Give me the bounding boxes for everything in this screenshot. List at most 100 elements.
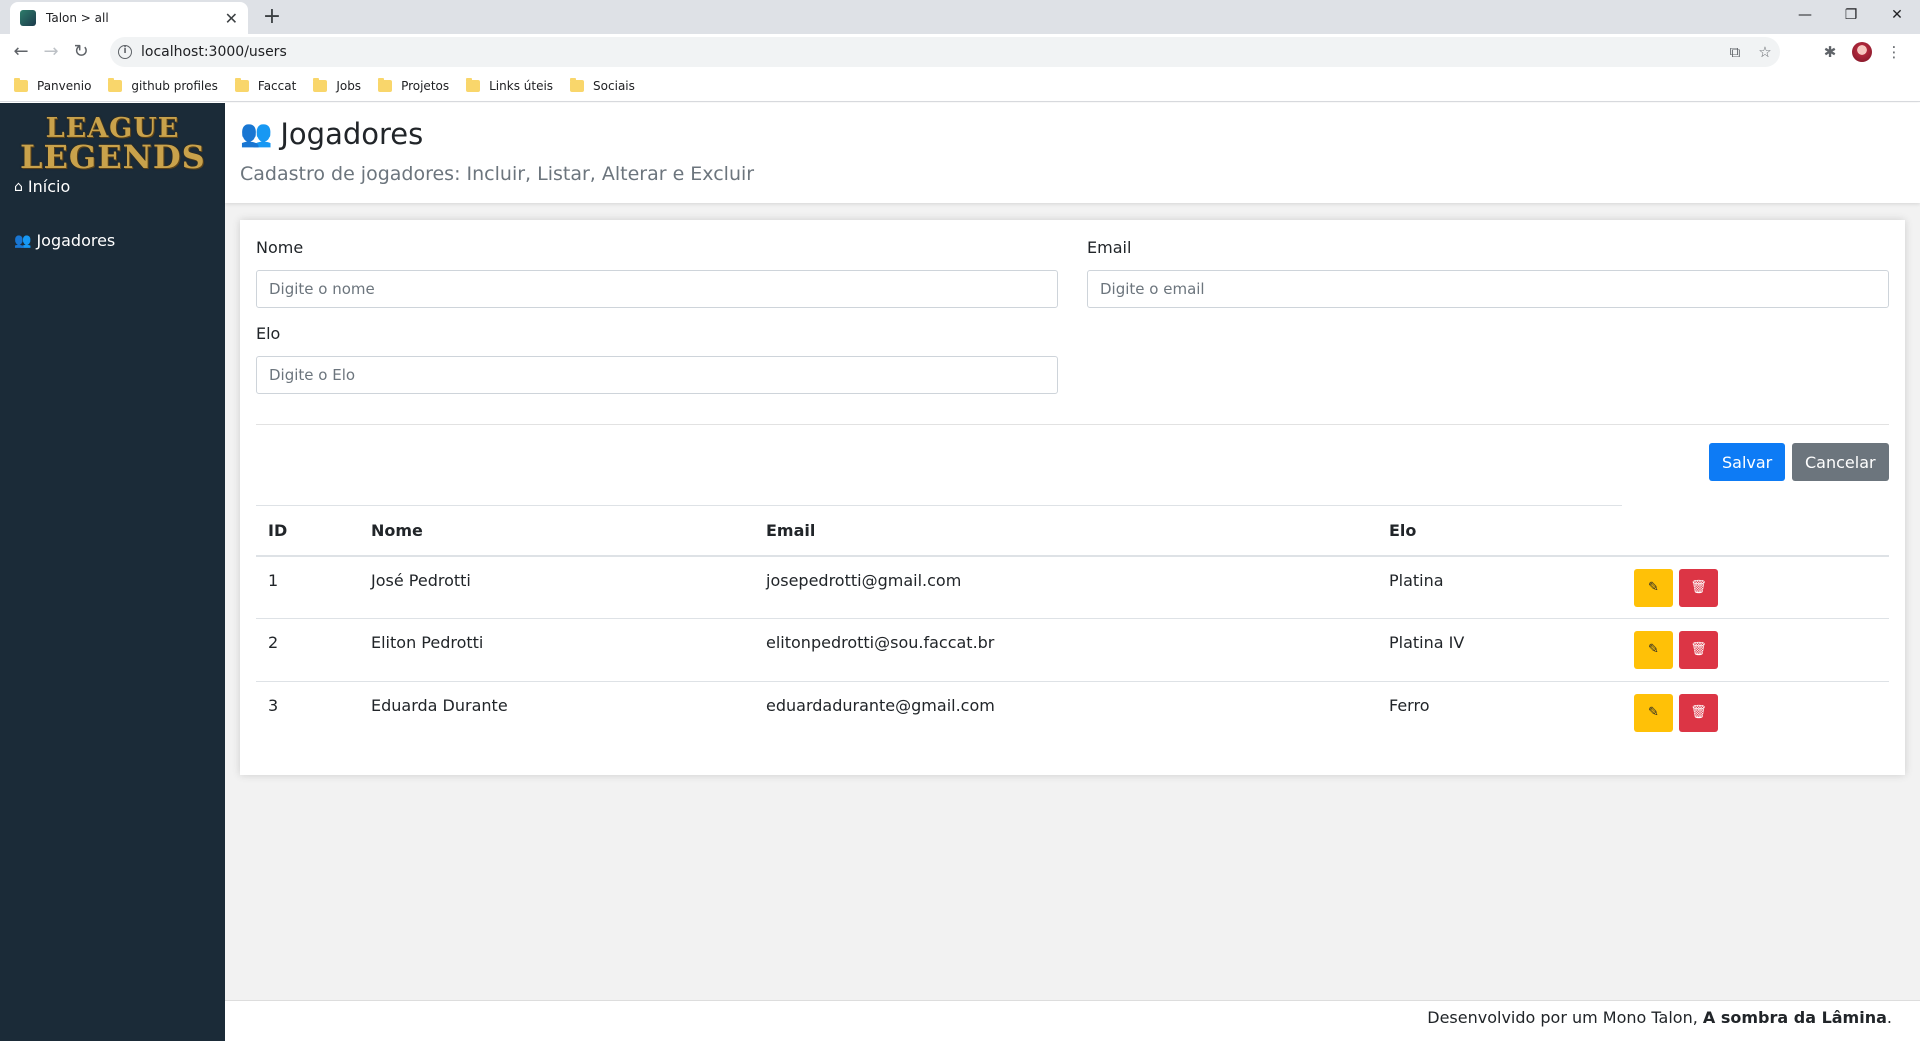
cell-email: eduardadurante@gmail.com (766, 696, 995, 715)
cell-id: 3 (268, 696, 279, 715)
bookmark-folder[interactable]: Jobs (313, 77, 361, 93)
cell-name: José Pedrotti (359, 555, 754, 619)
column-header-id: ID (256, 505, 359, 557)
minimize-icon[interactable]: — (1782, 0, 1828, 30)
folder-icon (570, 77, 585, 92)
trash-icon: 🗑 (1690, 705, 1707, 720)
save-button[interactable]: Salvar (1709, 443, 1786, 481)
folder-icon (466, 77, 481, 92)
close-window-icon[interactable]: ✕ (1874, 0, 1920, 30)
cell-id: 2 (256, 618, 359, 682)
page-header: 👥 Jogadores Cadastro de jogadores: Inclu… (225, 103, 1920, 203)
table-row: 3 Eduarda Durante eduardadurante@gmail.c… (256, 682, 1889, 745)
bookmark-folder[interactable]: Sociais (570, 77, 635, 93)
url-text[interactable]: localhost:3000/users (141, 44, 1720, 60)
cell-email: josepedrotti@gmail.com (754, 555, 1377, 619)
cell-elo: Platina (1377, 555, 1622, 619)
pencil-icon: ✎ (1648, 579, 1659, 595)
trash-icon: 🗑 (1690, 579, 1707, 595)
main-content: 👥 Jogadores Cadastro de jogadores: Inclu… (225, 103, 1920, 1041)
menu-icon[interactable]: ⋮ (1878, 43, 1910, 61)
delete-button[interactable]: 🗑 (1679, 568, 1718, 607)
column-header-nome: Nome (359, 505, 754, 557)
column-header-actions (1622, 505, 1889, 557)
edit-button[interactable]: ✎ (1634, 568, 1673, 607)
bookmark-star-icon[interactable]: ☆ (1750, 43, 1780, 61)
cell-name: Eduarda Durante (371, 696, 508, 715)
users-icon: 👥 (240, 119, 273, 149)
footer-bold-text: A sombra da Lâmina (1702, 1008, 1887, 1027)
folder-icon (378, 77, 393, 92)
sidebar: LEAGUE LEGENDS ⌂ Início 👥 Jogadores (0, 103, 225, 1041)
app: LEAGUE LEGENDS ⌂ Início 👥 Jogadores 👥 Jo… (0, 103, 1920, 1041)
window-controls: — ❐ ✕ (1782, 0, 1920, 30)
bookmark-folder[interactable]: github profiles (108, 77, 218, 93)
elo-input[interactable] (256, 356, 1058, 394)
folder-icon (108, 77, 123, 92)
footer-text: Desenvolvido por um Mono Talon, (1427, 1008, 1703, 1027)
players-table: ID Nome Email Elo 1 José Pedrotti josepe… (256, 505, 1889, 745)
email-label: Email (1087, 238, 1132, 257)
folder-icon (14, 77, 28, 92)
tab-title: Talon > all (46, 11, 109, 25)
reload-icon[interactable]: ↻ (66, 37, 96, 67)
delete-button[interactable]: 🗑 (1679, 694, 1718, 732)
translate-icon[interactable]: ⧉ (1720, 43, 1750, 61)
page-title: 👥 Jogadores (240, 117, 424, 151)
email-input[interactable] (1087, 270, 1889, 308)
cell-actions: ✎ 🗑 (1622, 682, 1889, 745)
sidebar-item-jogadores[interactable]: 👥 Jogadores (14, 231, 115, 250)
form-divider (256, 424, 1889, 425)
profile-avatar[interactable] (1852, 42, 1872, 62)
favicon-icon (20, 10, 36, 26)
column-header-email: Email (754, 505, 1377, 557)
home-icon: ⌂ (14, 178, 23, 195)
edit-button[interactable]: ✎ (1634, 631, 1673, 669)
column-header-elo: Elo (1377, 505, 1622, 557)
toolbar-right: ✱ ⋮ (1814, 37, 1910, 67)
footer: Desenvolvido por um Mono Talon, A sombra… (225, 1000, 1920, 1041)
name-label: Nome (256, 238, 304, 257)
info-icon[interactable]: i (118, 45, 132, 59)
cell-email: elitonpedrotti@sou.faccat.br (754, 618, 1377, 682)
table-row: 1 José Pedrotti josepedrotti@gmail.com P… (256, 555, 1889, 619)
bookmark-folder[interactable]: Projetos (378, 77, 449, 93)
browser-tab[interactable]: Talon > all ✕ (10, 2, 248, 34)
cell-name: Eliton Pedrotti (359, 618, 754, 682)
pencil-icon: ✎ (1648, 705, 1659, 720)
browser-toolbar: ← → ↻ i localhost:3000/users ⧉ ☆ ✱ ⋮ (0, 34, 1920, 70)
close-tab-icon[interactable]: ✕ (225, 9, 238, 28)
folder-icon (234, 77, 249, 92)
table-header-row: ID Nome Email Elo (256, 505, 1889, 557)
cell-actions: ✎ 🗑 (1622, 555, 1889, 619)
cell-elo: Platina IV (1377, 618, 1622, 682)
table-row: 2 Eliton Pedrotti elitonpedrotti@sou.fac… (256, 618, 1889, 682)
extensions-icon[interactable]: ✱ (1814, 43, 1846, 61)
sidebar-item-inicio[interactable]: ⌂ Início (14, 177, 70, 196)
footer-end: . (1886, 1008, 1892, 1027)
cell-id: 1 (256, 555, 359, 619)
users-icon: 👥 (14, 232, 32, 249)
cell-elo: Ferro (1389, 696, 1430, 715)
players-card: Nome Email Elo Salvar Cancelar ID Nome E… (240, 220, 1905, 775)
folder-icon (313, 77, 328, 92)
browser-tabstrip: Talon > all ✕ + — ❐ ✕ (0, 0, 1920, 34)
league-of-legends-logo[interactable]: LEAGUE LEGENDS (20, 115, 205, 181)
bookmark-folder[interactable]: Panvenio (14, 77, 91, 93)
elo-label: Elo (256, 324, 281, 343)
page-subtitle: Cadastro de jogadores: Incluir, Listar, … (240, 163, 755, 185)
cancel-button[interactable]: Cancelar (1792, 443, 1889, 481)
bookmark-folder[interactable]: Links úteis (466, 77, 553, 93)
pencil-icon: ✎ (1648, 642, 1659, 657)
restore-icon[interactable]: ❐ (1828, 0, 1874, 30)
back-icon[interactable]: ← (6, 37, 36, 67)
cell-actions: ✎ 🗑 (1622, 618, 1889, 682)
address-bar[interactable]: i localhost:3000/users ⧉ ☆ (110, 37, 1780, 67)
name-input[interactable] (256, 270, 1058, 308)
edit-button[interactable]: ✎ (1634, 694, 1673, 732)
forward-icon[interactable]: → (36, 37, 66, 67)
new-tab-icon[interactable]: + (258, 3, 286, 31)
delete-button[interactable]: 🗑 (1679, 631, 1718, 669)
bookmark-folder[interactable]: Faccat (234, 77, 296, 93)
trash-icon: 🗑 (1690, 642, 1707, 657)
